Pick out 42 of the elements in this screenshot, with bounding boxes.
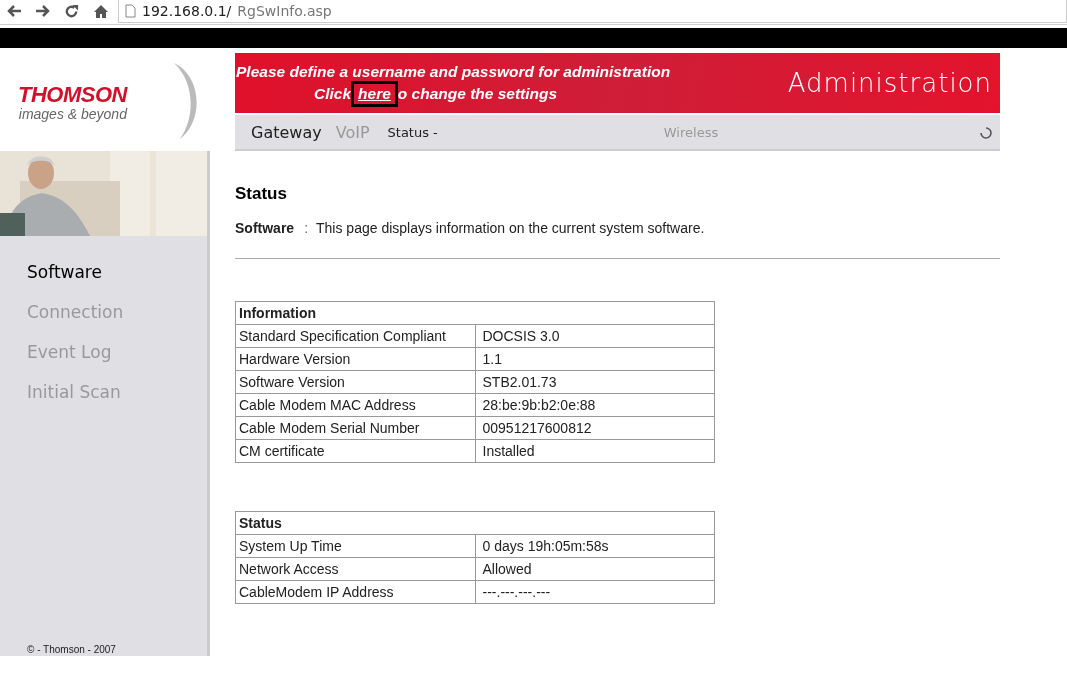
nav-tab[interactable]: Status - (387, 124, 438, 140)
table-cell: Cable Modem MAC Address (235, 393, 475, 417)
table-cell: Standard Specification Compliant (235, 324, 475, 348)
spinner-icon (980, 127, 992, 140)
table-cell: 1.1 (475, 347, 715, 371)
notice-text: Click (314, 85, 352, 104)
separator-text: : (304, 220, 308, 236)
table-header: Information (235, 301, 715, 325)
table-cell: 00951217600812 (475, 416, 715, 440)
brand-tagline: images & beyond (18, 106, 127, 122)
table-cell: Allowed (475, 557, 715, 581)
brand-logo: THOMSON (18, 82, 127, 108)
table-cell: STB2.01.73 (475, 370, 715, 394)
here-link[interactable]: here (351, 81, 398, 108)
sidebar-item[interactable]: Software (27, 261, 207, 284)
table-cell: Network Access (235, 557, 475, 581)
home-icon[interactable] (93, 4, 109, 19)
table-cell: DOCSIS 3.0 (475, 324, 715, 348)
banner-title: Administration (787, 68, 993, 99)
notice-text: Please define a username and password for administration (236, 63, 671, 82)
section-label: Software (235, 220, 295, 236)
copyright-text: © - Thomson - 2007 (27, 644, 116, 655)
table-cell: CM certificate (235, 439, 475, 463)
table-cell: Installed (475, 439, 715, 463)
nav-tab[interactable]: Gateway (251, 122, 322, 142)
table-cell: 0 days 19h:05m:58s (475, 534, 715, 558)
page-title: Status (235, 184, 288, 204)
forward-icon[interactable] (35, 4, 51, 18)
table-header: Status (235, 511, 715, 535)
reload-icon[interactable] (64, 4, 79, 19)
table-cell: ---.---.---.--- (475, 580, 715, 604)
table-cell: 28:be:9b:b2:0e:88 (475, 393, 715, 417)
table-cell: Hardware Version (235, 347, 475, 371)
back-icon[interactable] (6, 4, 22, 18)
address-bar[interactable]: 192.168.0.1/ RgSwInfo.asp (118, 0, 1067, 23)
table-cell: Software Version (235, 370, 475, 394)
table-cell: System Up Time (235, 534, 475, 558)
description-text: This page displays information on the current system software. (316, 220, 705, 236)
table-cell: CableModem IP Address (235, 580, 475, 604)
table-cell: Cable Modem Serial Number (235, 416, 475, 440)
notice-text: o change the settings (397, 85, 558, 104)
page-icon (125, 4, 136, 18)
